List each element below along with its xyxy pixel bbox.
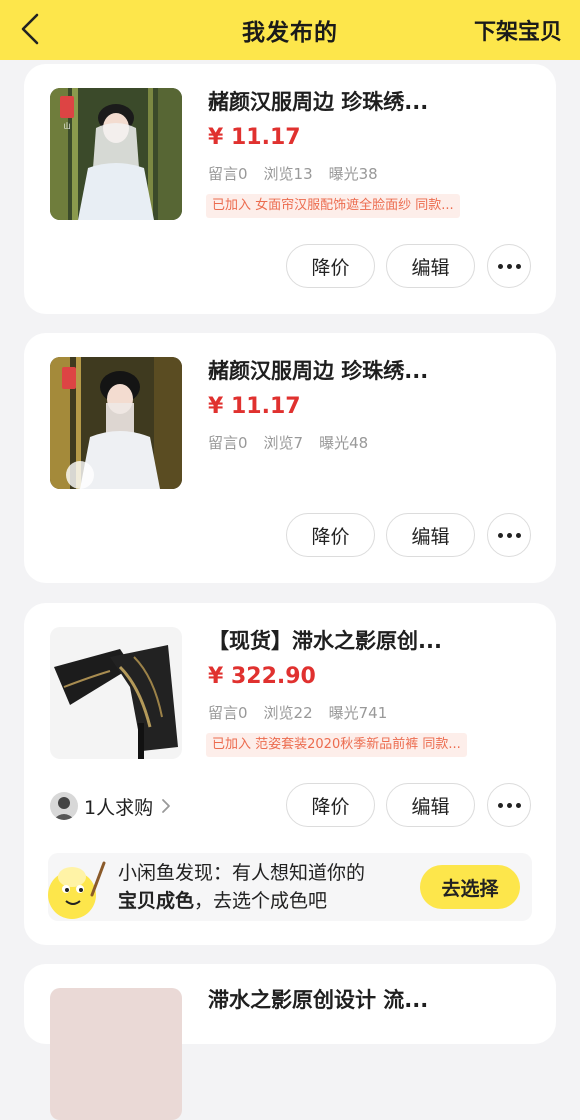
tip-line-2-rest: ，去选个成色吧 [194,890,328,912]
more-dots-icon [497,802,521,808]
exposure-count: 曝光38 [328,165,378,183]
edit-button[interactable]: 编辑 [386,783,475,827]
item-card[interactable]: 滞水之影原创设计 流... [24,964,556,1120]
page-title: 我发布的 [242,20,338,46]
chevron-right-icon [162,799,170,813]
reduce-price-button[interactable]: 降价 [286,513,375,557]
comment-count: 留言0 [208,165,248,183]
choose-condition-button[interactable]: 去选择 [420,865,520,909]
same-style-tag[interactable]: 已加入 范姿套装2020秋季新品前裤 同款... [206,733,467,757]
more-options-button[interactable] [487,513,531,557]
tip-line-1: 小闲鱼发现：有人想知道你的 [118,862,366,884]
item-title[interactable]: 【现货】滞水之影原创... [208,625,528,657]
top-nav-bar: 我发布的 下架宝贝 [0,0,580,60]
item-price: ¥ 11.17 [208,125,301,150]
item-thumbnail[interactable] [50,988,182,1120]
edit-button[interactable]: 编辑 [386,244,475,288]
exposure-count: 曝光741 [328,704,388,722]
delisted-items-link[interactable]: 下架宝贝 [474,14,562,46]
want-to-buy-entry[interactable]: 1人求购 [50,791,171,821]
item-title[interactable]: 滞水之影原创设计 流... [208,984,528,1016]
item-thumbnail[interactable] [50,627,182,759]
reduce-price-button[interactable]: 降价 [286,783,375,827]
more-dots-icon [497,532,521,538]
item-card[interactable]: 赭颜汉服周边 珍珠绣... ¥ 11.17 留言0 浏览7 曝光48 降价 编辑 [24,333,556,583]
item-stats: 留言0 浏览7 曝光48 [208,431,384,455]
svg-text:山: 山 [64,121,71,130]
view-count: 浏览22 [263,704,313,722]
want-to-buy-count: 1人求购 [84,796,154,819]
item-card[interactable]: 山 赭颜汉服周边 珍珠绣... ¥ 11.17 留言0 浏览13 曝光38 已加入 … [24,64,556,314]
back-arrow-icon[interactable] [18,12,42,46]
tip-highlight: 宝贝成色 [118,890,195,912]
more-options-button[interactable] [487,244,531,288]
reduce-price-button[interactable]: 降价 [286,244,375,288]
same-style-tag[interactable]: 已加入 女面帘汉服配饰遮全脸面纱 同款... [206,194,460,218]
item-stats: 留言0 浏览22 曝光741 [208,701,403,725]
more-dots-icon [497,263,521,269]
more-options-button[interactable] [487,783,531,827]
item-stats: 留言0 浏览13 曝光38 [208,162,394,186]
fish-mascot-icon [48,861,106,919]
comment-count: 留言0 [208,704,248,722]
edit-button[interactable]: 编辑 [386,513,475,557]
condition-tip-banner: 小闲鱼发现：有人想知道你的 宝贝成色，去选个成色吧 去选择 [48,853,532,921]
item-thumbnail[interactable]: 山 [50,88,182,220]
view-count: 浏览7 [263,434,304,452]
exposure-count: 曝光48 [319,434,369,452]
tip-text: 小闲鱼发现：有人想知道你的 宝贝成色，去选个成色吧 [118,859,418,915]
item-title[interactable]: 赭颜汉服周边 珍珠绣... [208,86,528,118]
tip-line-2: 宝贝成色，去选个成色吧 [118,887,418,915]
item-thumbnail[interactable] [50,357,182,489]
buyer-avatar [50,792,78,820]
comment-count: 留言0 [208,434,248,452]
item-title[interactable]: 赭颜汉服周边 珍珠绣... [208,355,528,387]
item-price: ¥ 11.17 [208,394,301,419]
view-count: 浏览13 [263,165,313,183]
item-price: ¥ 322.90 [208,664,316,689]
item-card[interactable]: 【现货】滞水之影原创... ¥ 322.90 留言0 浏览22 曝光741 已加入 … [24,603,556,945]
